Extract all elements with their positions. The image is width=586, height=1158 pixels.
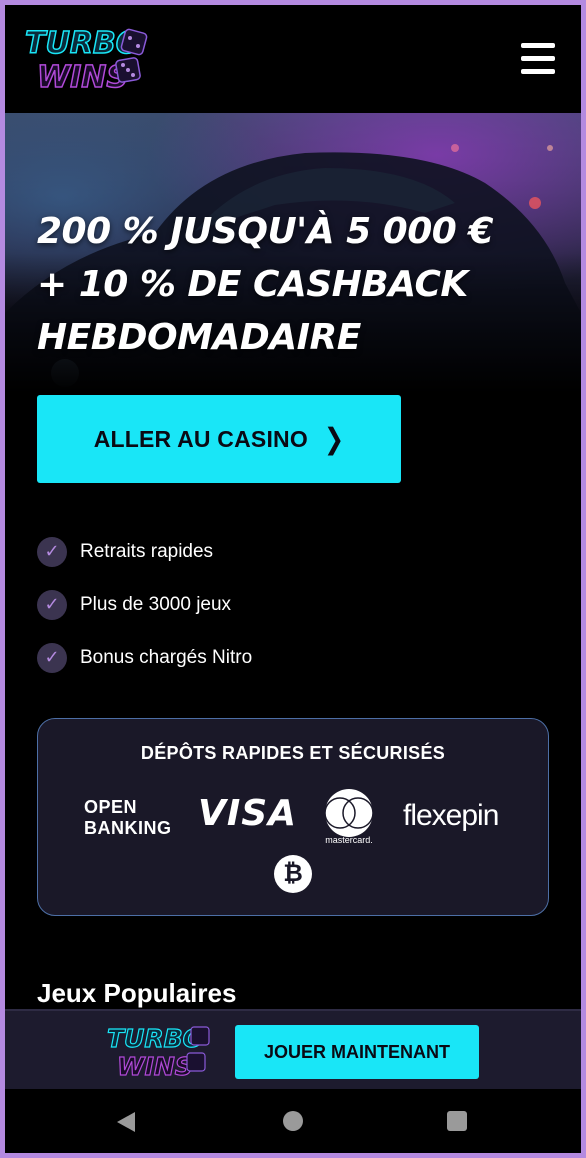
check-icon: ✓ [37,589,67,620]
payment-methods-card: DÉPÔTS RAPIDES ET SÉCURISÉS OPEN BANKING… [37,718,549,916]
turbo-wins-logo[interactable]: TURBO WINS [105,1021,215,1081]
hero-title-line-1: 200 % JUSQU'À 5 000 € [37,211,493,252]
feature-label: Retraits rapides [80,540,214,562]
svg-text:mastercard.: mastercard. [325,835,373,845]
payment-methods-title: DÉPÔTS RAPIDES ET SÉCURISÉS [140,743,446,763]
site-header: TURBO WINS [5,5,581,113]
svg-text:WINS: WINS [37,60,128,95]
list-item: ✓ Plus de 3000 jeux [37,578,252,631]
popular-games-heading: Jeux Populaires [37,978,237,1008]
go-to-casino-button[interactable]: ALLER AU CASINO ❯ [37,395,401,483]
list-item: ✓ Bonus chargés Nitro [37,631,252,684]
check-icon: ✓ [37,642,67,673]
back-icon[interactable] [115,1111,137,1133]
play-now-button[interactable]: JOUER MAINTENANT [235,1025,479,1079]
list-item: ✓ Retraits rapides [37,525,252,578]
svg-text:TURBO: TURBO [107,1024,204,1053]
hero-section: 200 % JUSQU'À 5 000 € + 10 % DE CASHBACK… [5,113,581,1013]
sticky-cta-bar: TURBO WINS JOUER MAINTENANT [5,1009,581,1089]
go-to-casino-label: ALLER AU CASINO [93,425,308,452]
recent-apps-icon[interactable] [447,1111,467,1131]
mastercard-logo: mastercard. [324,789,374,845]
chevron-right-icon: ❯ [323,422,345,456]
feature-label: Plus de 3000 jeux [80,593,232,615]
hamburger-menu-icon[interactable] [521,43,555,77]
feature-label: Bonus chargés Nitro [80,646,253,668]
bitcoin-icon: ₿ [274,855,312,893]
svg-text:WINS: WINS [117,1052,193,1081]
hero-title-line-2: + 10 % DE CASHBACK [37,264,468,305]
phone-screen: TURBO WINS 200 % JUSQU'À 5 000 € + 10 % … [5,5,581,1153]
turbo-wins-logo[interactable]: TURBO WINS [23,23,153,95]
home-icon[interactable] [283,1111,303,1131]
flexepin-logo: flexepin [403,799,499,832]
check-icon: ✓ [37,536,67,567]
hero-promo-title: 200 % JUSQU'À 5 000 € + 10 % DE CASHBACK… [37,205,557,364]
open-banking-logo: OPEN BANKING [84,797,172,838]
hero-title-line-3: HEBDOMADAIRE [37,317,361,358]
feature-list: ✓ Retraits rapides ✓ Plus de 3000 jeux ✓… [37,525,252,684]
visa-logo: VISA [198,793,298,834]
system-navigation-bar [5,1089,581,1153]
